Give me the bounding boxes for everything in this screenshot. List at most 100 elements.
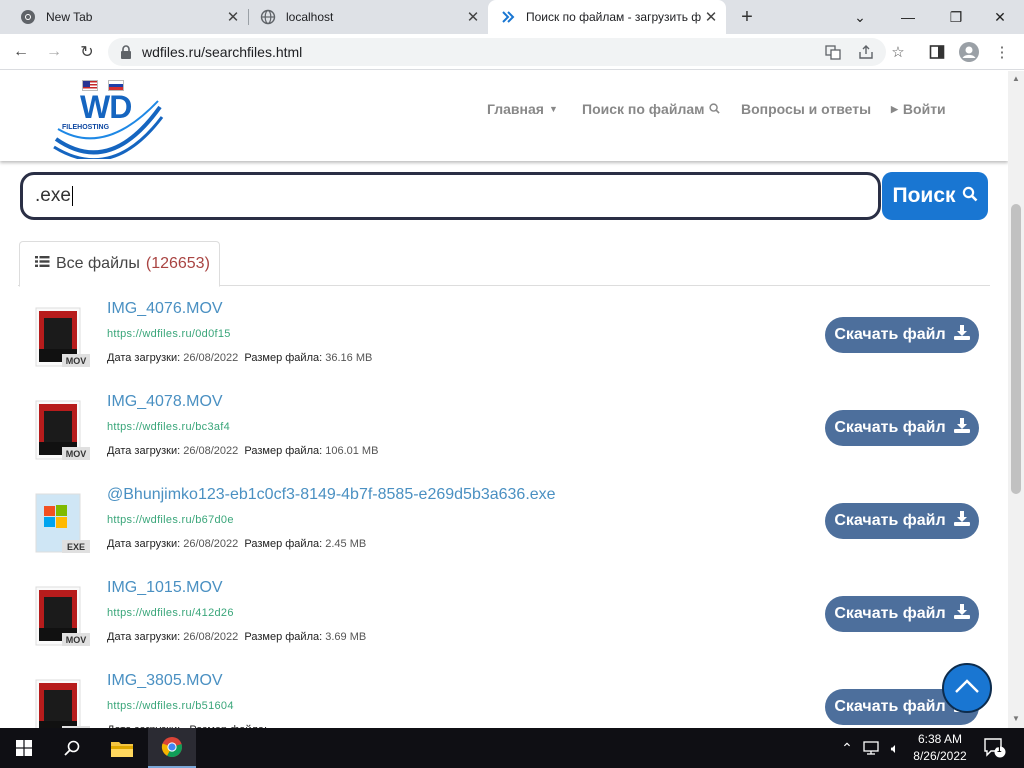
browser-tab-strip: New Tab ✕ localhost ✕ Поиск по файлам - … bbox=[0, 0, 1024, 34]
date-label: Дата загрузки: bbox=[107, 538, 181, 550]
page-viewport: WD FILEHOSTING Главная ▼ Поиск по файлам… bbox=[0, 71, 1008, 728]
scroll-down-arrow-icon[interactable]: ▼ bbox=[1012, 714, 1020, 723]
file-type-text: EXE bbox=[67, 542, 85, 552]
chrome-icon bbox=[20, 9, 36, 25]
search-icon[interactable] bbox=[48, 728, 96, 768]
download-button[interactable]: Скачать файл bbox=[825, 410, 979, 446]
tab-all-files[interactable]: Все файлы (126653) bbox=[19, 241, 220, 287]
mov-file-icon: MOV bbox=[34, 678, 92, 728]
nav-home[interactable]: Главная ▼ bbox=[487, 101, 558, 117]
file-row: EXE @Bhunjimko123-eb1c0cf3-8149-4b7f-858… bbox=[0, 472, 1008, 565]
search-input[interactable]: .exe bbox=[20, 172, 881, 220]
results-tabs: Все файлы (126653) bbox=[18, 241, 990, 287]
download-button[interactable]: Скачать файл bbox=[825, 596, 979, 632]
volume-icon[interactable]: 🔈︎ bbox=[884, 728, 906, 768]
close-window-button[interactable]: ✕ bbox=[976, 0, 1024, 34]
minimize-button[interactable]: — bbox=[884, 0, 932, 34]
browser-tab-active[interactable]: Поиск по файлам - загрузить ф ✕ bbox=[488, 0, 726, 34]
system-clock[interactable]: 6:38 AM 8/26/2022 bbox=[912, 731, 968, 765]
file-short-link[interactable]: https://wdfiles.ru/412d26 bbox=[107, 607, 234, 619]
mov-file-icon: MOV bbox=[34, 306, 92, 368]
translate-icon[interactable] bbox=[823, 42, 843, 62]
size-label: Размер файла: bbox=[244, 631, 323, 643]
file-short-link[interactable]: https://wdfiles.ru/b51604 bbox=[107, 700, 234, 712]
file-meta: Дата загрузки: 26/08/2022 Размер файла: … bbox=[107, 445, 378, 457]
browser-tab-new-tab[interactable]: New Tab ✕ bbox=[8, 0, 248, 34]
browser-tab-localhost[interactable]: localhost ✕ bbox=[248, 0, 488, 34]
file-meta: Дата загрузки: 26/08/2022 Размер файла: … bbox=[107, 631, 366, 643]
notification-center-icon[interactable]: 1 bbox=[980, 728, 1010, 768]
nav-faq-label: Вопросы и ответы bbox=[741, 101, 872, 117]
windows-start-icon[interactable] bbox=[0, 728, 48, 768]
files-count: (126653) bbox=[145, 255, 210, 272]
file-row: MOV IMG_4078.MOV https://wdfiles.ru/bc3a… bbox=[0, 379, 1008, 472]
new-tab-button[interactable]: + bbox=[737, 7, 757, 27]
file-short-link[interactable]: https://wdfiles.ru/0d0f15 bbox=[107, 328, 231, 340]
file-name-link[interactable]: @Bhunjimko123-eb1c0cf3-8149-4b7f-8585-e2… bbox=[107, 486, 556, 504]
file-row: MOV IMG_3805.MOV https://wdfiles.ru/b516… bbox=[0, 658, 1008, 728]
scroll-to-top-button[interactable] bbox=[942, 663, 992, 713]
file-size: 36.16 MB bbox=[325, 352, 373, 364]
size-label: Размер файла: bbox=[244, 445, 323, 457]
reload-button[interactable]: ↻ bbox=[75, 40, 99, 64]
browser-toolbar: ← → ↻ wdfiles.ru/searchfiles.html ☆ ⋮ bbox=[0, 34, 1024, 70]
date-label: Дата загрузки: bbox=[107, 445, 181, 457]
back-button[interactable]: ← bbox=[9, 40, 33, 64]
download-icon bbox=[953, 604, 970, 624]
nav-login[interactable]: ▶ Войти bbox=[891, 101, 946, 117]
file-short-link[interactable]: https://wdfiles.ru/b67d0e bbox=[107, 514, 234, 526]
nav-login-label: Войти bbox=[902, 101, 946, 117]
download-label: Скачать файл bbox=[834, 419, 946, 436]
tab-search-chevron-icon[interactable]: ⌄ bbox=[836, 0, 884, 34]
caret-right-icon: ▶ bbox=[891, 103, 898, 114]
address-bar[interactable]: wdfiles.ru/searchfiles.html bbox=[108, 38, 886, 66]
forward-button[interactable]: → bbox=[42, 40, 66, 64]
file-name-link[interactable]: IMG_4076.MOV bbox=[107, 300, 223, 318]
page-scrollbar[interactable]: ▲ ▼ bbox=[1008, 71, 1024, 728]
file-explorer-icon[interactable] bbox=[98, 728, 146, 768]
url-text: wdfiles.ru/searchfiles.html bbox=[142, 44, 303, 60]
globe-icon bbox=[260, 9, 276, 25]
download-button[interactable]: Скачать файл bbox=[825, 503, 979, 539]
nav-search-label: Поиск по файлам bbox=[582, 101, 705, 117]
clock-time: 6:38 AM bbox=[917, 732, 963, 746]
file-size: 3.69 MB bbox=[325, 631, 367, 643]
file-name-link[interactable]: IMG_4078.MOV bbox=[107, 393, 223, 411]
text-caret bbox=[71, 186, 73, 206]
logo-text: WD bbox=[80, 89, 132, 125]
file-meta: Дата загрузки: 26/08/2022 Размер файла: … bbox=[107, 352, 372, 364]
search-button[interactable]: Поиск bbox=[882, 172, 988, 220]
scroll-up-arrow-icon[interactable]: ▲ bbox=[1012, 74, 1020, 83]
size-label: Размер файла: bbox=[244, 352, 323, 364]
mov-file-icon: MOV bbox=[34, 399, 92, 461]
file-name-link[interactable]: IMG_3805.MOV bbox=[107, 672, 223, 690]
download-label: Скачать файл bbox=[834, 326, 946, 343]
file-short-link[interactable]: https://wdfiles.ru/bc3af4 bbox=[107, 421, 230, 433]
download-button[interactable]: Скачать файл bbox=[825, 317, 979, 353]
site-logo[interactable]: WD FILEHOSTING bbox=[50, 77, 170, 162]
network-icon[interactable] bbox=[860, 728, 882, 768]
side-panel-icon[interactable] bbox=[927, 42, 947, 62]
more-menu-icon[interactable]: ⋮ bbox=[992, 42, 1012, 62]
nav-faq[interactable]: Вопросы и ответы bbox=[741, 101, 871, 117]
file-name-link[interactable]: IMG_1015.MOV bbox=[107, 579, 223, 597]
restore-button[interactable]: ❐ bbox=[932, 0, 980, 34]
exe-file-icon: EXE bbox=[34, 492, 92, 554]
share-icon[interactable] bbox=[856, 42, 876, 62]
file-row: MOV IMG_4076.MOV https://wdfiles.ru/0d0f… bbox=[0, 286, 1008, 379]
close-tab-icon[interactable]: ✕ bbox=[702, 8, 720, 26]
close-tab-icon[interactable]: ✕ bbox=[464, 8, 482, 26]
chrome-taskbar-icon[interactable] bbox=[148, 728, 196, 768]
scrollbar-thumb[interactable] bbox=[1011, 204, 1021, 494]
file-type-text: MOV bbox=[66, 356, 87, 366]
profile-avatar[interactable] bbox=[959, 42, 979, 62]
close-tab-icon[interactable]: ✕ bbox=[224, 8, 242, 26]
bookmark-star-icon[interactable]: ☆ bbox=[888, 42, 908, 62]
file-size: 106.01 MB bbox=[325, 445, 379, 457]
nav-search[interactable]: Поиск по файлам bbox=[582, 101, 721, 117]
tab-title: New Tab bbox=[46, 10, 93, 24]
file-size: 2.45 MB bbox=[325, 538, 367, 550]
windows-taskbar: ⌃ 🔈︎ 6:38 AM 8/26/2022 1 bbox=[0, 728, 1024, 768]
tray-overflow-chevron-icon[interactable]: ⌃ bbox=[838, 728, 856, 768]
upload-date: 26/08/2022 bbox=[183, 352, 239, 364]
